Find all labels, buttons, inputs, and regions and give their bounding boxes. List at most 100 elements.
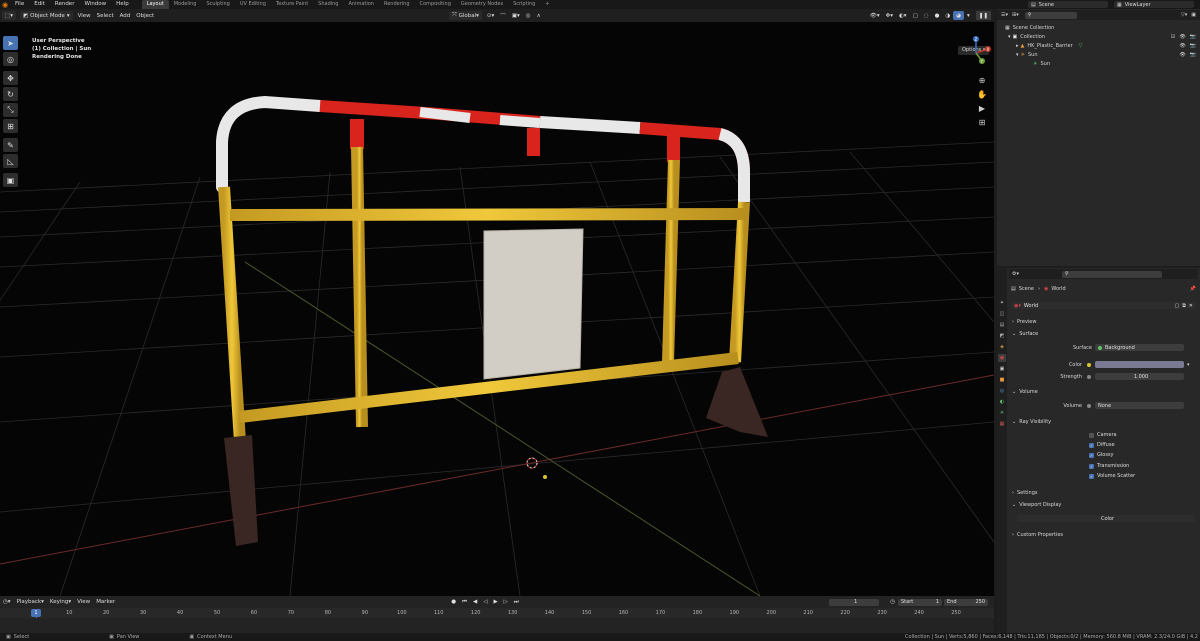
tab-layout[interactable]: Layout (141, 0, 169, 9)
expand-icon[interactable]: ▾ (1008, 34, 1011, 40)
pin-icon[interactable]: 📌 (1190, 286, 1196, 292)
shading-options-icon[interactable]: ▾ (964, 11, 973, 20)
frame-end-field[interactable]: End 250 (944, 598, 988, 606)
shading-rendered-icon[interactable]: ◕ (953, 11, 965, 20)
visibility-icon[interactable]: 👁▾ (867, 11, 883, 20)
annotate-tool-icon[interactable]: ✎ (3, 138, 18, 152)
play-reverse-icon[interactable]: ◁ (480, 598, 490, 607)
tab-sculpting[interactable]: Sculpting (201, 0, 234, 9)
object-tab-icon[interactable]: ■ (998, 376, 1006, 384)
menu-object[interactable]: Object (133, 11, 157, 20)
panel-preview[interactable]: › Preview (1009, 317, 1198, 326)
camera-icon[interactable]: 📷 (1190, 52, 1196, 58)
viewport-display-color[interactable]: Color (1017, 515, 1195, 522)
scene-tab-icon[interactable]: ◈ (998, 343, 1006, 351)
cursor-tool-icon[interactable]: ◎ (3, 52, 18, 66)
shading-material-icon[interactable]: ◑ (942, 11, 953, 20)
world-tab-icon[interactable]: ◉ (998, 354, 1006, 362)
outliner-scene-collection[interactable]: ▦ Scene Collection (997, 23, 1200, 32)
tab-shading[interactable]: Shading (313, 0, 343, 9)
pivot-icon[interactable]: ⊙▾ (484, 11, 497, 20)
view-layer-tab-icon[interactable]: ◩ (998, 332, 1006, 340)
tab-uv-editing[interactable]: UV Editing (235, 0, 271, 9)
pan-hand-icon[interactable]: ✋ (976, 88, 988, 100)
camera-icon[interactable]: 📷 (1190, 43, 1196, 49)
editor-type-button[interactable]: ⬚ ▾ (2, 11, 16, 20)
tab-compositing[interactable]: Compositing (415, 0, 456, 9)
current-frame-field[interactable]: 1 (829, 598, 880, 606)
plastic-barrier-model[interactable] (216, 95, 768, 546)
constraints-tab-icon[interactable]: ◐ (998, 398, 1006, 406)
outliner-editor-icon[interactable]: ☰▾ (1001, 12, 1008, 18)
navigation-gizmo[interactable]: X Y Z (958, 35, 994, 71)
clock-icon[interactable]: ◷ (887, 598, 898, 607)
checkmark-icon[interactable]: ✓ (1089, 442, 1094, 448)
tab-rendering[interactable]: Rendering (379, 0, 415, 9)
duplicate-icon[interactable]: ⧉ (1182, 303, 1186, 309)
outliner-search-input[interactable]: ⚲ (1024, 11, 1077, 19)
tab-geometry-nodes[interactable]: Geometry Nodes (456, 0, 508, 9)
blender-logo-icon[interactable]: ◉ (0, 0, 10, 9)
timeline-area[interactable]: 1 10 20 30 40 50 60 70 80 90 100 110 120 130 140 150 16… (0, 608, 994, 633)
outliner-item-sun-data[interactable]: ☀ Sun (997, 59, 1200, 68)
rotate-tool-icon[interactable]: ↻ (3, 87, 18, 101)
menu-marker[interactable]: Marker (93, 598, 118, 607)
transform-tool-icon[interactable]: ⊞ (3, 119, 18, 133)
play-icon[interactable]: ▶ (490, 598, 500, 607)
camera-view-icon[interactable]: ▶ (976, 102, 988, 114)
overlay-toggle-icon[interactable]: ◐▾ (896, 11, 910, 20)
jump-end-icon[interactable]: ⏭ (511, 598, 522, 607)
strength-field[interactable]: 1.000 (1095, 373, 1184, 380)
fake-user-icon[interactable]: ▢ (1174, 303, 1179, 309)
menu-timeline-view[interactable]: View (74, 598, 93, 607)
next-keyframe-icon[interactable]: ▷ (501, 598, 511, 607)
eye-icon[interactable]: 👁 (1179, 34, 1185, 40)
tab-animation[interactable]: Animation (343, 0, 379, 9)
orientation-dropdown[interactable]: ⤧ Global ▾ (449, 11, 482, 20)
eye-icon[interactable]: 👁 (1179, 52, 1185, 58)
world-color-swatch[interactable] (1095, 361, 1184, 368)
checkbox-camera[interactable]: Camera (1089, 431, 1117, 439)
checkmark-icon[interactable]: ✓ (1089, 473, 1094, 479)
menu-view[interactable]: View (75, 11, 94, 20)
tab-scripting[interactable]: Scripting (508, 0, 540, 9)
checkmark-icon[interactable]: ✓ (1089, 452, 1094, 458)
texture-tab-icon[interactable]: ▦ (998, 420, 1006, 428)
data-tab-icon[interactable]: ☀ (998, 409, 1006, 417)
volume-shader-selector[interactable]: None (1095, 402, 1184, 409)
tool-tab-icon[interactable]: ✦ (998, 299, 1006, 307)
shading-wireframe-icon[interactable]: ◌ (921, 11, 932, 20)
snap-icon[interactable]: ⌒ (497, 11, 509, 20)
expand-icon[interactable]: ▸ (1016, 43, 1019, 49)
scene-selector[interactable]: ▤ Scene (1028, 1, 1108, 8)
checkbox-glossy[interactable]: ✓ Glossy (1089, 451, 1114, 459)
measure-tool-icon[interactable]: ◺ (3, 154, 18, 168)
timeline-track[interactable] (0, 618, 994, 633)
properties-search-input[interactable]: ⚲ (1062, 270, 1162, 278)
panel-settings[interactable]: › Settings (1009, 488, 1198, 497)
world-datablock-selector[interactable]: ◉▾ World ▢ ⧉ ✕ (1011, 302, 1196, 309)
checkbox-icon[interactable]: ☑ (1171, 34, 1175, 40)
grid-view-icon[interactable]: ⊞ (976, 116, 988, 128)
outliner-item-collection[interactable]: ▾ ▣ Collection ☑ 👁 📷 (997, 32, 1200, 41)
collection-tab-icon[interactable]: ▣ (998, 365, 1006, 373)
strength-socket-icon[interactable] (1087, 375, 1091, 379)
move-tool-icon[interactable]: ✥ (3, 71, 18, 85)
chevron-down-icon[interactable]: ▾ (1187, 362, 1190, 368)
select-box-tool-icon[interactable]: ➤ (3, 36, 18, 50)
timeline-editor-icon[interactable]: ◷▾ (0, 598, 14, 607)
panel-custom-properties[interactable]: › Custom Properties (1009, 530, 1198, 539)
jump-start-icon[interactable]: ⏮ (459, 598, 470, 607)
falloff-icon[interactable]: ∧ (534, 11, 544, 20)
surface-shader-selector[interactable]: Background (1095, 344, 1184, 351)
menu-window[interactable]: Window (79, 0, 111, 9)
render-tab-icon[interactable]: ◫ (998, 310, 1006, 318)
sun-light-origin[interactable] (543, 475, 547, 479)
menu-help[interactable]: Help (111, 0, 134, 9)
menu-add[interactable]: Add (117, 11, 134, 20)
checkbox-volume-scatter[interactable]: ✓ Volume Scatter (1089, 472, 1135, 480)
menu-select[interactable]: Select (94, 11, 117, 20)
menu-file[interactable]: File (10, 0, 29, 9)
prev-keyframe-icon[interactable]: ◀ (470, 598, 480, 607)
pause-icon[interactable]: ❚❚ (975, 11, 991, 20)
